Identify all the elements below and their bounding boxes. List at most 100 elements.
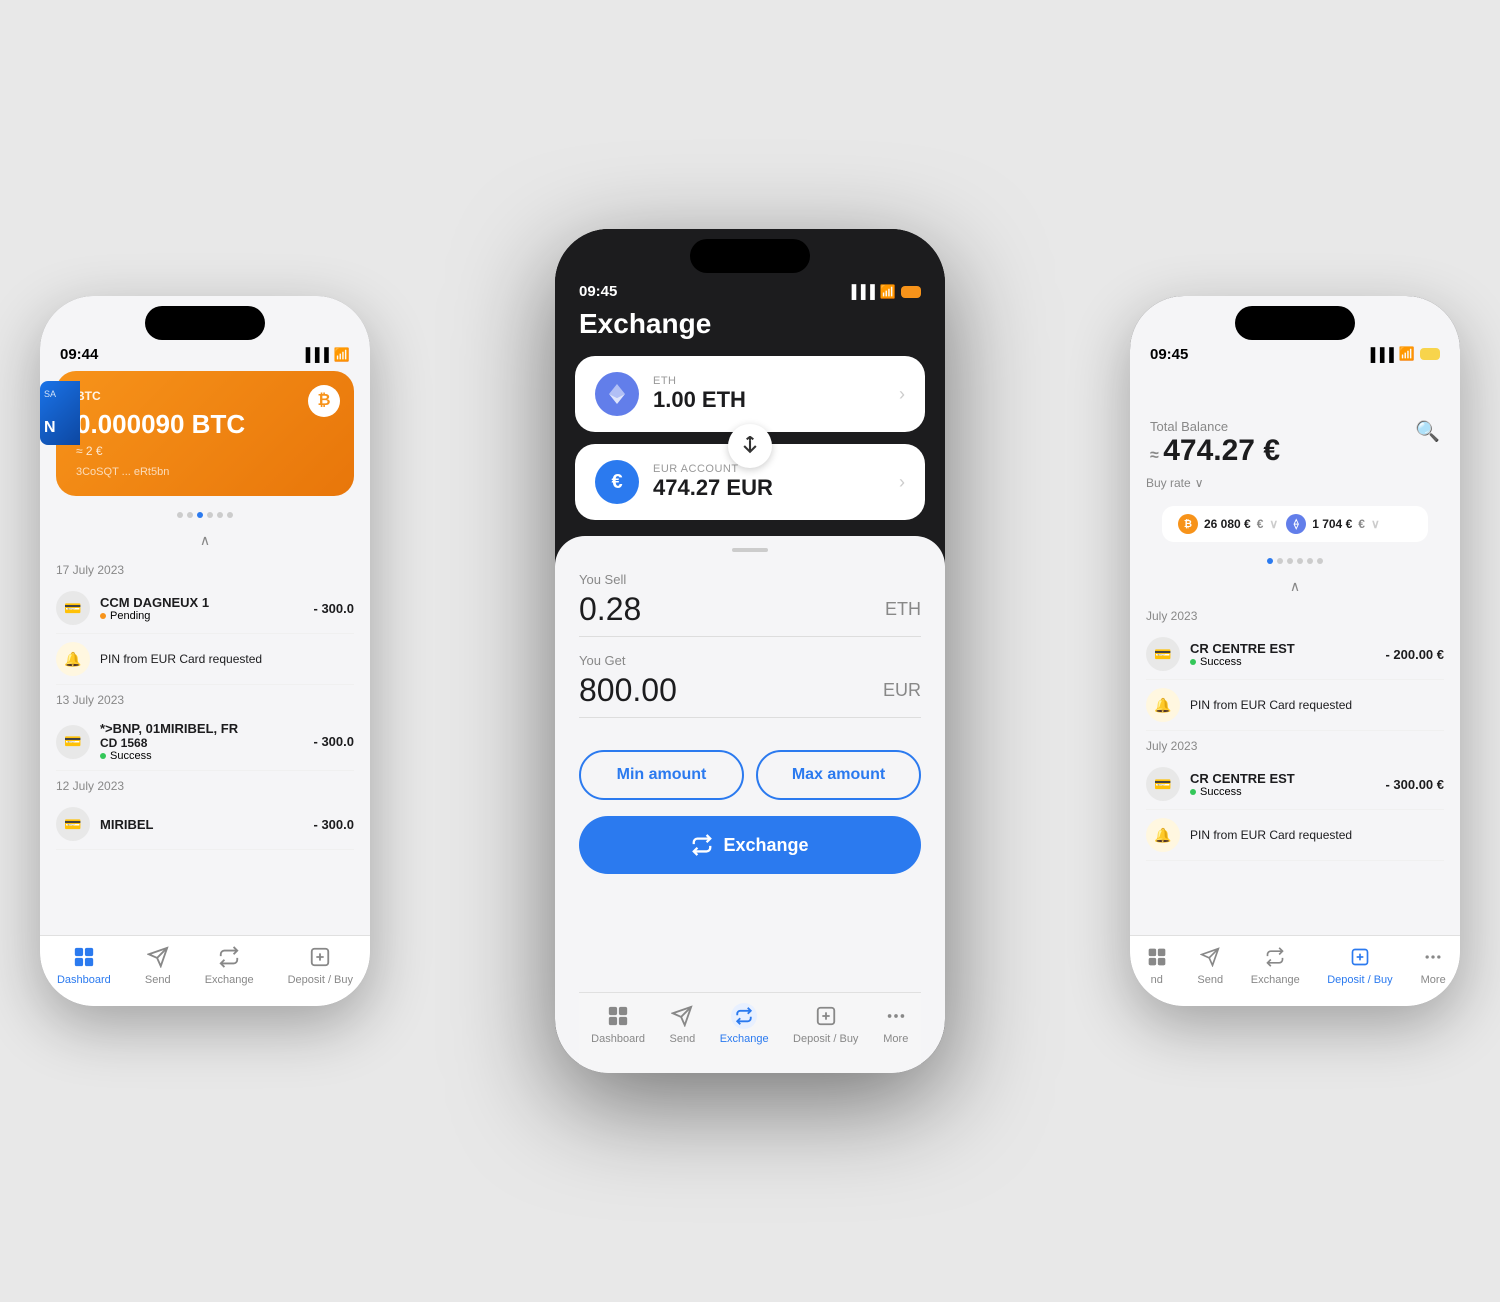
center-phone: 09:45 ▐▐▐ 📶 Exchange (555, 229, 945, 1073)
exchange-icon-right (1262, 944, 1288, 970)
battery-icon-right (1420, 348, 1440, 360)
eth-chevron: › (899, 384, 905, 405)
tx-item-1[interactable]: 💳 CCM DAGNEUX 1 Pending - 300.0 (56, 583, 354, 634)
right-tx-status-label-1: Success (1200, 656, 1242, 668)
right-tx-item-2[interactable]: 💳 CR CENTRE EST Success - 300.00 € (1146, 759, 1444, 810)
right-tx-info-1: CR CENTRE EST Success (1190, 641, 1385, 668)
right-tx-bell-2: 🔔 PIN from EUR Card requested (1146, 810, 1444, 861)
eth-rate-currency: € (1358, 517, 1365, 531)
tx-amount-3: - 300.0 (314, 817, 354, 832)
nav-deposit-center[interactable]: Deposit / Buy (793, 1003, 858, 1045)
right-tx-bell-1: 🔔 (1146, 688, 1180, 722)
sell-label: You Sell (579, 572, 921, 587)
dashboard-icon-left (71, 944, 97, 970)
nav-dashboard-center[interactable]: Dashboard (591, 1003, 645, 1045)
tx-icon-2: 💳 (56, 725, 90, 759)
send-icon-right (1197, 944, 1223, 970)
spacer (579, 894, 921, 992)
deposit-icon-left (307, 944, 333, 970)
nav-deposit-right[interactable]: Deposit / Buy (1327, 944, 1392, 986)
left-status-icons: ▐▐▐ 📶 (301, 347, 350, 363)
nav-exchange-center[interactable]: Exchange (720, 1003, 769, 1045)
tx-item-bell-1: 🔔 PIN from EUR Card requested (56, 634, 354, 685)
get-value[interactable]: 800.00 (579, 672, 677, 709)
total-balance-amount: ≈ 474.27 € (1150, 434, 1280, 468)
signal-icon-center: ▐▐▐ (847, 284, 875, 299)
right-tx-amount-2: - 300.00 € (1385, 777, 1444, 792)
tx-icon-1: 💳 (56, 591, 90, 625)
btc-card-address: 3CoSQT ... eRt5bn (76, 466, 334, 478)
scene: 09:44 ▐▐▐ 📶 SA N (0, 0, 1500, 1302)
max-amount-button[interactable]: Max amount (756, 750, 921, 800)
btc-chevron: ∨ (1269, 517, 1278, 531)
eur-value: 474.27 EUR (653, 475, 773, 501)
nav-send-left[interactable]: Send (145, 944, 171, 986)
chevron-up-right: ∧ (1290, 578, 1300, 595)
right-tx-icon-1: 💳 (1146, 637, 1180, 671)
get-section: You Get 800.00 EUR (579, 653, 921, 718)
tx-amount-1: - 300.0 (314, 601, 354, 616)
battery-icon-center (901, 286, 921, 298)
nav-exchange-left[interactable]: Exchange (205, 944, 254, 986)
chevron-up-left: ∧ (200, 532, 210, 549)
left-screen: 09:44 ▐▐▐ 📶 SA N (40, 296, 370, 1006)
more-icon-right (1420, 944, 1446, 970)
tx-item-2[interactable]: 💳 *>BNP, 01MIRIBEL, FR CD 1568 Success -… (56, 713, 354, 771)
right-tx-date-1: July 2023 (1146, 609, 1444, 623)
exchange-icon-left (216, 944, 242, 970)
sell-value[interactable]: 0.28 (579, 591, 641, 628)
swap-button[interactable] (728, 424, 772, 468)
status-dot-1 (100, 613, 106, 619)
tx-amount-2: - 300.0 (314, 734, 354, 749)
visa-icon: N (44, 419, 76, 437)
tx-pin-1: PIN from EUR Card requested (100, 652, 354, 666)
dashboard-icon-center (605, 1003, 631, 1029)
search-icon-right[interactable]: 🔍 (1415, 419, 1440, 444)
tx-status-2: Success (100, 750, 314, 762)
nav-more-right[interactable]: More (1420, 944, 1446, 986)
dot-2 (187, 512, 193, 518)
sell-row: 0.28 ETH (579, 591, 921, 637)
status-dot-2 (100, 753, 106, 759)
eth-rate-value: 1 704 € (1312, 517, 1352, 531)
eth-card[interactable]: ETH 1.00 ETH › (575, 356, 925, 432)
right-tx-info-bell-2: PIN from EUR Card requested (1190, 828, 1444, 842)
right-tx-bell-1: 🔔 PIN from EUR Card requested (1146, 680, 1444, 731)
btc-rate-currency: € (1257, 517, 1264, 531)
dynamic-island-left (145, 306, 265, 340)
visa-card-peek: SA N (40, 381, 80, 445)
tx-info-1: CCM DAGNEUX 1 Pending (100, 595, 314, 622)
tx-status-label-1: Pending (110, 610, 150, 622)
btc-card[interactable]: ₿ BTC 0.000090 BTC ≈ 2 € 3CoSQT ... eRt5… (56, 371, 354, 496)
tx-name-2b: CD 1568 (100, 736, 314, 750)
dot-3-active (197, 512, 203, 518)
btc-rate-icon: ₿ (1178, 514, 1198, 534)
nav-dashboard-right[interactable]: nd (1144, 944, 1170, 986)
right-tx-status-1: Success (1190, 656, 1385, 668)
min-amount-button[interactable]: Min amount (579, 750, 744, 800)
tx-name-2: *>BNP, 01MIRIBEL, FR (100, 721, 314, 736)
tx-item-3[interactable]: 💳 MIRIBEL - 300.0 (56, 799, 354, 850)
nav-exchange-right[interactable]: Exchange (1251, 944, 1300, 986)
nav-send-right[interactable]: Send (1197, 944, 1223, 986)
tx-status-1: Pending (100, 610, 314, 622)
center-screen: 09:45 ▐▐▐ 📶 Exchange (555, 229, 945, 1073)
left-time: 09:44 (60, 346, 98, 363)
nav-send-center[interactable]: Send (669, 1003, 695, 1045)
right-tx-info-2: CR CENTRE EST Success (1190, 771, 1385, 798)
more-icon-center (883, 1003, 909, 1029)
signal-icon-right: ▐▐▐ (1366, 347, 1394, 362)
tx-bell-1: 🔔 (56, 642, 90, 676)
exchange-button[interactable]: Exchange (579, 816, 921, 874)
right-tx-item-1[interactable]: 💳 CR CENTRE EST Success - 200.00 € (1146, 629, 1444, 680)
eth-rate-icon: ⟠ (1286, 514, 1306, 534)
right-sheet-divider: ∧ (1130, 572, 1460, 601)
buy-rate-row: Buy rate ∨ (1146, 476, 1444, 498)
approx-sign: ≈ (1150, 447, 1163, 464)
nav-label-more-center: More (883, 1033, 908, 1045)
center-status-icons: ▐▐▐ 📶 (847, 284, 921, 300)
nav-deposit-left[interactable]: Deposit / Buy (288, 944, 353, 986)
nav-dashboard-left[interactable]: Dashboard (57, 944, 111, 986)
tx-info-3: MIRIBEL (100, 817, 314, 832)
nav-more-center[interactable]: More (883, 1003, 909, 1045)
